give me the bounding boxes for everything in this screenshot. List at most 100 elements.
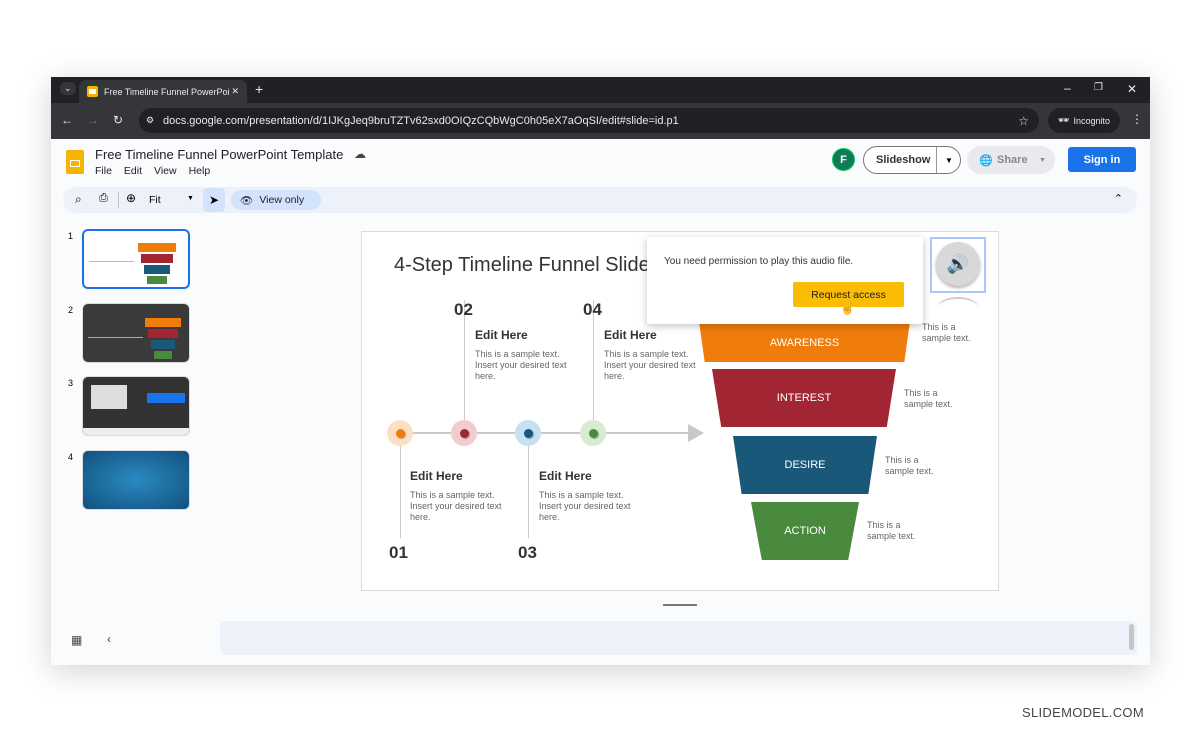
search-icon[interactable]: ⌕ xyxy=(75,192,82,207)
audio-progress-arc xyxy=(938,297,978,317)
grid-view-icon[interactable]: ▦ xyxy=(71,633,82,647)
reload-icon[interactable]: ↻ xyxy=(113,113,123,127)
browser-menu-icon[interactable]: ⋮ xyxy=(1131,112,1143,126)
thumb-number: 2 xyxy=(68,305,74,315)
funnel-text: This is a sample text. xyxy=(885,455,934,476)
view-only-badge[interactable]: 👁 View only xyxy=(231,190,321,210)
address-input[interactable]: ⚙ docs.google.com/presentation/d/1IJKgJe… xyxy=(139,108,1039,133)
toolbar: ⌕ ⎙ ⊕ Fit ▼ ➤ 👁 View only ⌃ xyxy=(63,187,1137,213)
step-text: This is a sample text. Insert your desir… xyxy=(539,490,631,522)
speaker-icon[interactable]: 🔊 xyxy=(936,242,980,286)
minimize-icon[interactable]: – xyxy=(1064,81,1071,95)
funnel-action: ACTION xyxy=(751,502,859,560)
slide-thumbnail-2[interactable] xyxy=(82,303,190,363)
slide-thumbnail-3[interactable] xyxy=(82,376,190,436)
browser-tab[interactable]: Free Timeline Funnel PowerPoi ✕ xyxy=(79,80,247,103)
back-icon[interactable]: ← xyxy=(61,113,73,127)
speaker-notes-area[interactable] xyxy=(220,621,1137,655)
menu-view[interactable]: View xyxy=(154,165,177,177)
collapse-filmstrip-icon[interactable]: ‹ xyxy=(107,632,111,646)
new-tab-icon[interactable]: + xyxy=(255,81,263,97)
slide-canvas: 4-Step Timeline Funnel Slide 02 Edit Her… xyxy=(361,231,999,591)
step-number: 04 xyxy=(583,300,602,319)
funnel-label: DESIRE xyxy=(784,459,826,471)
slide-thumbnail-4[interactable] xyxy=(82,450,190,510)
slideshow-button[interactable]: Slideshow xyxy=(876,154,930,166)
funnel-label: ACTION xyxy=(784,525,826,537)
view-only-label: View only xyxy=(259,194,305,206)
step-heading: Edit Here xyxy=(539,469,592,483)
document-title: Free Timeline Funnel PowerPoint Template xyxy=(95,147,344,162)
timeline-marker-03 xyxy=(515,420,541,446)
avatar[interactable]: F xyxy=(832,148,855,171)
zoom-icon[interactable]: ⊕ xyxy=(126,191,136,205)
thumb-number: 4 xyxy=(68,452,74,462)
zoom-select[interactable]: Fit xyxy=(149,194,161,206)
step-text: This is a sample text. Insert your desir… xyxy=(410,490,502,522)
menu-edit[interactable]: Edit xyxy=(124,165,142,177)
tab-search-icon[interactable]: ⌄ xyxy=(60,82,76,95)
slides-logo-icon[interactable] xyxy=(66,150,84,174)
divider xyxy=(118,192,119,208)
popup-message: You need permission to play this audio f… xyxy=(664,256,854,267)
step-number: 01 xyxy=(389,543,408,562)
globe-icon: 🌐 xyxy=(979,154,993,167)
slide-title: 4-Step Timeline Funnel Slide xyxy=(394,254,650,276)
bookmark-star-icon[interactable]: ☆ xyxy=(1018,114,1029,128)
browser-window: ⌄ Free Timeline Funnel PowerPoi ✕ + – ❐ … xyxy=(51,77,1150,665)
funnel-text: This is a sample text. xyxy=(922,322,971,343)
timeline-marker-01 xyxy=(387,420,413,446)
share-button[interactable]: 🌐 Share ▼ xyxy=(967,146,1055,174)
menu-bar: File Edit View Help xyxy=(95,165,210,177)
step-text: This is a sample text. Insert your desir… xyxy=(604,349,696,381)
funnel-text: This is a sample text. xyxy=(867,520,916,541)
resize-handle[interactable] xyxy=(663,604,697,606)
hand-cursor-icon: ☝ xyxy=(840,301,855,315)
step-heading: Edit Here xyxy=(604,328,657,342)
step-heading: Edit Here xyxy=(410,469,463,483)
cloud-status-icon[interactable]: ☁ xyxy=(354,147,366,161)
tab-title: Free Timeline Funnel PowerPoi xyxy=(104,86,230,97)
menu-help[interactable]: Help xyxy=(189,165,211,177)
funnel-label: INTEREST xyxy=(776,392,832,404)
incognito-icon: 🕶 xyxy=(1058,115,1070,125)
share-label: Share xyxy=(997,154,1028,166)
step-text: This is a sample text. Insert your desir… xyxy=(475,349,567,381)
share-dropdown-icon[interactable]: ▼ xyxy=(1039,157,1046,164)
timeline-line xyxy=(400,432,690,434)
step-heading: Edit Here xyxy=(475,328,528,342)
menu-file[interactable]: File xyxy=(95,165,112,177)
slideshow-dropdown-icon[interactable]: ▼ xyxy=(936,147,961,173)
site-info-icon[interactable]: ⚙ xyxy=(146,115,154,126)
slides-favicon-icon xyxy=(87,86,98,97)
forward-icon[interactable]: → xyxy=(87,113,99,127)
url-text: docs.google.com/presentation/d/1IJKgJeq9… xyxy=(163,114,679,127)
timeline-marker-02 xyxy=(451,420,477,446)
step-number: 02 xyxy=(454,300,473,319)
zoom-dropdown-icon[interactable]: ▼ xyxy=(187,195,194,202)
close-window-icon[interactable]: ✕ xyxy=(1127,82,1137,96)
print-icon[interactable]: ⎙ xyxy=(99,192,108,205)
timeline-marker-04 xyxy=(580,420,606,446)
thumb-number: 1 xyxy=(68,231,74,241)
slideshow-button-group: Slideshow ▼ xyxy=(863,146,961,174)
collapse-toolbar-icon[interactable]: ⌃ xyxy=(1114,192,1123,205)
incognito-label: Incognito xyxy=(1073,115,1110,126)
audio-permission-popup: You need permission to play this audio f… xyxy=(647,237,923,324)
watermark: SLIDEMODEL.COM xyxy=(1022,705,1144,720)
restore-icon[interactable]: ❐ xyxy=(1094,82,1103,93)
scrollbar[interactable] xyxy=(1129,624,1134,650)
funnel-desire: DESIRE xyxy=(733,436,877,494)
funnel-label: AWARENESS xyxy=(769,337,840,349)
select-cursor-icon[interactable]: ➤ xyxy=(203,188,225,212)
funnel-interest: INTEREST xyxy=(712,369,896,427)
slide-thumbnail-1[interactable] xyxy=(82,229,190,289)
thumb-number: 3 xyxy=(68,378,74,388)
incognito-badge[interactable]: 🕶 Incognito xyxy=(1048,108,1120,133)
eye-icon: 👁 xyxy=(240,194,254,207)
sign-in-button[interactable]: Sign in xyxy=(1068,147,1136,172)
address-bar-row: ← → ↻ ⚙ docs.google.com/presentation/d/1… xyxy=(51,103,1150,139)
step-number: 03 xyxy=(518,543,537,562)
tab-bar: ⌄ Free Timeline Funnel PowerPoi ✕ + – ❐ … xyxy=(51,77,1150,103)
close-tab-icon[interactable]: ✕ xyxy=(231,86,239,97)
